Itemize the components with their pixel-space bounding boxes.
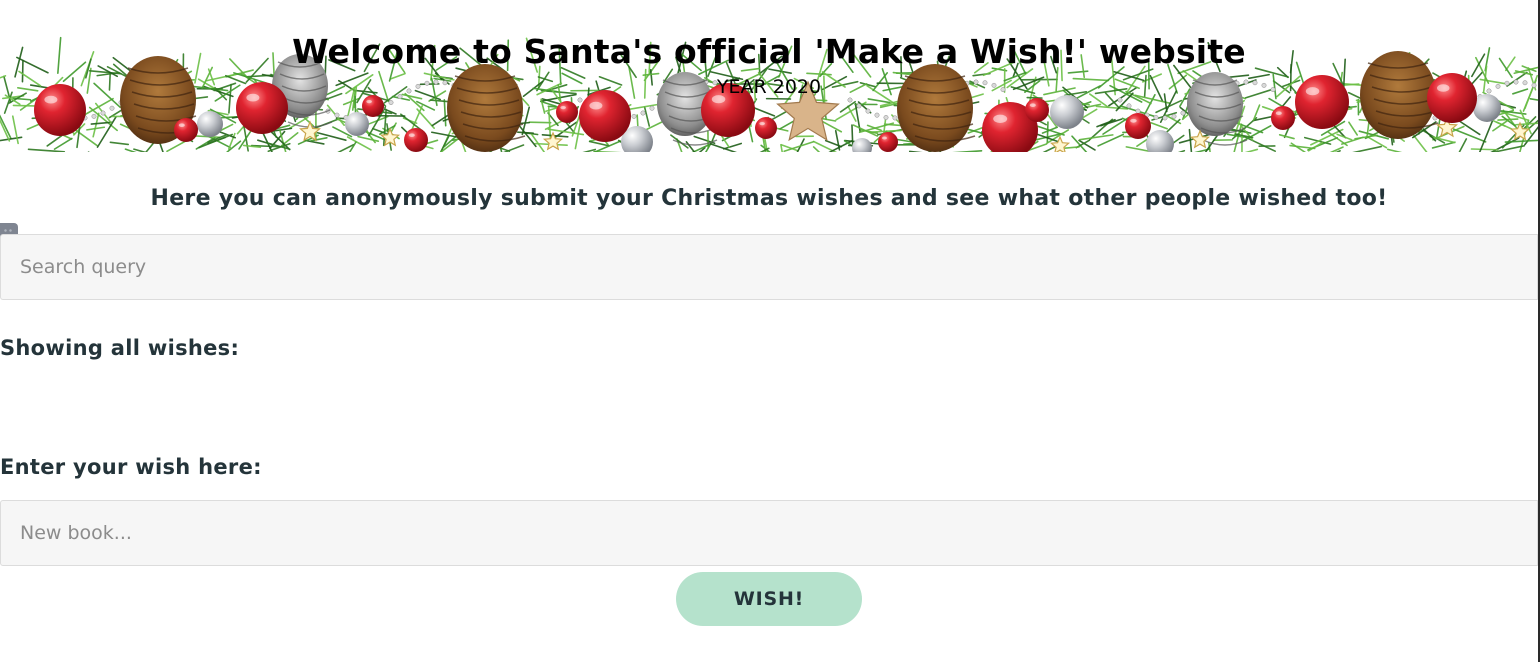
wish-form-heading: Enter your wish here: xyxy=(0,455,262,479)
wish-input[interactable] xyxy=(0,500,1538,566)
header-banner: Welcome to Santa's official 'Make a Wish… xyxy=(0,0,1538,152)
intro-text: Here you can anonymously submit your Chr… xyxy=(150,186,1388,211)
wish-submit-button[interactable]: WISH! xyxy=(676,572,862,626)
search-input[interactable] xyxy=(0,234,1538,300)
page: Welcome to Santa's official 'Make a Wish… xyxy=(0,0,1540,662)
page-title: Welcome to Santa's official 'Make a Wish… xyxy=(292,32,1246,71)
wishes-list-heading: Showing all wishes: xyxy=(0,336,240,360)
year-label: YEAR 2020 xyxy=(716,76,822,98)
